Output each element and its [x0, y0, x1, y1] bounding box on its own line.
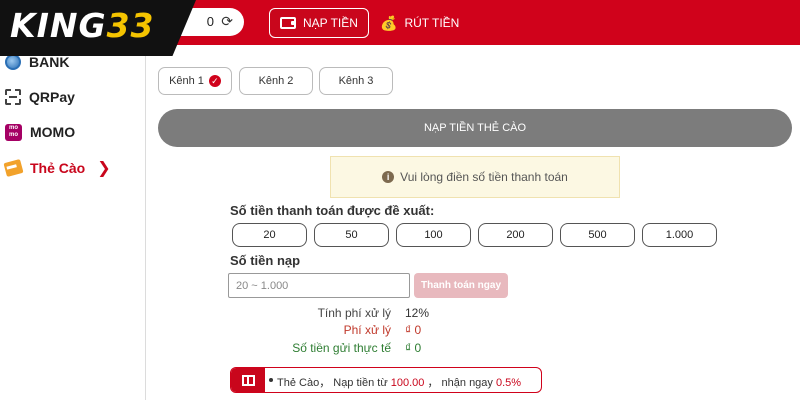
info-icon: i	[382, 171, 395, 183]
section-title-bar: NẠP TIỀN THẺ CÀO	[158, 109, 792, 147]
section-title: NẠP TIỀN THẺ CÀO	[423, 122, 527, 134]
check-icon: ✓	[208, 75, 221, 87]
tab-withdraw[interactable]: 💰 RÚT TIỀN	[380, 12, 459, 34]
promo-icon-box	[231, 368, 265, 392]
amount-option-500[interactable]: 500	[560, 223, 635, 247]
chevron-right-icon: ❯	[97, 160, 111, 177]
promo-text: Thẻ Cào， Nạp tiền từ 100.00 ， nhận ngay …	[277, 374, 521, 390]
tab-channel-3[interactable]: Kênh 3	[319, 67, 393, 95]
promo-min: 100.00	[390, 377, 425, 389]
money-bag-icon: 💰	[380, 14, 398, 31]
tab-channel-1[interactable]: Kênh 1 ✓	[158, 67, 232, 95]
sidebar: BANK QRPay mo mo MOMO Thẻ Cào ❯	[0, 45, 146, 400]
balance-value: 0	[206, 14, 214, 29]
tab-deposit[interactable]: NẠP TIỀN	[269, 8, 369, 38]
channel-label: Kênh 2	[258, 75, 294, 87]
promo-prefix: Thẻ Cào， Nạp tiền từ	[277, 377, 388, 389]
suggest-label: Số tiền thanh toán được đề xuất:	[230, 203, 435, 218]
sidebar-item-label: MOMO	[30, 124, 76, 140]
amount-option-1000[interactable]: 1.000	[642, 223, 717, 247]
bullet	[269, 378, 273, 382]
logo-text: KING	[10, 6, 107, 45]
channel-label: Kênh 1	[169, 75, 204, 87]
qr-scan-icon	[5, 89, 21, 105]
sidebar-item-label: Thẻ Cào	[30, 160, 86, 176]
gift-icon	[241, 374, 255, 386]
promo-rate: 0.5%	[495, 377, 522, 389]
fee-rate-value: 12%	[405, 306, 430, 320]
sidebar-item-momo[interactable]: mo mo MOMO	[5, 120, 75, 144]
logo-number: 33	[106, 6, 155, 45]
card-icon	[3, 159, 24, 177]
refresh-icon[interactable]: ⟳	[221, 13, 233, 30]
sidebar-item-the-cao[interactable]: Thẻ Cào ❯	[3, 156, 111, 180]
momo-icon: mo mo	[5, 123, 22, 141]
pay-now-button[interactable]: Thanh toán ngay	[414, 273, 508, 298]
amount-option-20[interactable]: 20	[232, 223, 307, 247]
tab-deposit-label: NẠP TIỀN	[303, 16, 358, 30]
logo: KING33	[0, 0, 196, 56]
promo-mid: ， nhận ngay	[427, 377, 493, 389]
wallet-icon	[280, 17, 296, 29]
deposit-amount-label: Số tiền nạp	[230, 253, 301, 268]
notice-text: Vui lòng điền số tiền thanh toán	[400, 170, 568, 184]
promo-banner: Thẻ Cào， Nạp tiền từ 100.00 ， nhận ngay …	[230, 367, 542, 393]
sidebar-item-label: BANK	[29, 54, 70, 70]
tab-withdraw-label: RÚT TIỀN	[404, 16, 460, 30]
fee-label: Phí xử lý	[343, 323, 391, 337]
globe-icon	[5, 54, 21, 70]
tab-channel-2[interactable]: Kênh 2	[239, 67, 313, 95]
actual-amount-label: Số tiền gửi thực tế	[292, 341, 391, 355]
sidebar-item-label: QRPay	[29, 89, 75, 105]
fee-rate-label: Tính phí xử lý	[317, 306, 391, 320]
notice-box: i Vui lòng điền số tiền thanh toán	[330, 156, 620, 198]
amount-option-100[interactable]: 100	[396, 223, 471, 247]
fee-value: ₫ 0	[405, 323, 422, 337]
channel-label: Kênh 3	[338, 75, 374, 87]
sidebar-item-qrpay[interactable]: QRPay	[5, 85, 75, 109]
amount-option-50[interactable]: 50	[314, 223, 389, 247]
deposit-amount-input[interactable]	[228, 273, 410, 298]
amount-option-200[interactable]: 200	[478, 223, 553, 247]
actual-amount-value: ₫ 0	[405, 341, 422, 355]
